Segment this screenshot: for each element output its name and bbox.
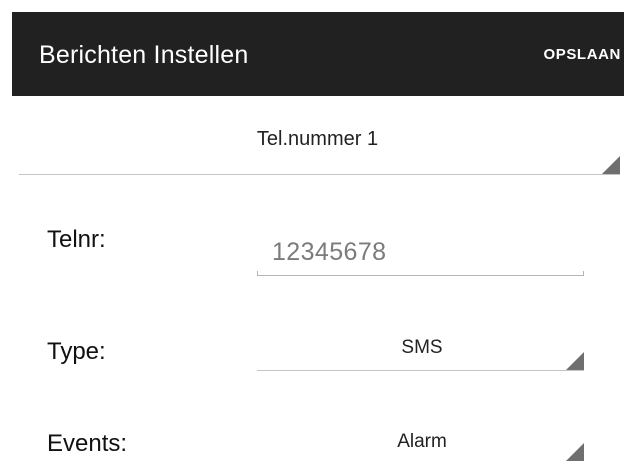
- telnr-input-value: 12345678: [272, 238, 387, 266]
- phone-number-profile-spinner[interactable]: Tel.nummer 1: [19, 122, 620, 175]
- dropdown-triangle-icon: [566, 443, 584, 461]
- events-spinner-value: Alarm: [397, 431, 447, 452]
- save-button[interactable]: OPSLAAN: [543, 45, 621, 65]
- dropdown-triangle-icon: [602, 156, 620, 174]
- events-spinner[interactable]: Alarm: [257, 424, 584, 461]
- type-spinner-value: SMS: [401, 337, 443, 358]
- dropdown-triangle-icon: [566, 352, 584, 370]
- profile-spinner-value: Tel.nummer 1: [256, 128, 379, 150]
- type-label: Type:: [47, 338, 106, 365]
- status-strip: [0, 0, 624, 12]
- telnr-input[interactable]: 12345678: [257, 228, 584, 276]
- input-underline: [257, 275, 584, 276]
- screen: Berichten Instellen OPSLAAN Tel.nummer 1…: [0, 0, 624, 461]
- events-label: Events:: [47, 430, 128, 457]
- page-title: Berichten Instellen: [39, 41, 249, 69]
- input-underline-tick-right: [583, 271, 584, 276]
- telnr-label: Telnr:: [47, 226, 106, 253]
- input-underline-tick-left: [257, 271, 258, 276]
- action-bar: Berichten Instellen OPSLAAN: [12, 12, 624, 96]
- type-spinner[interactable]: SMS: [257, 328, 584, 371]
